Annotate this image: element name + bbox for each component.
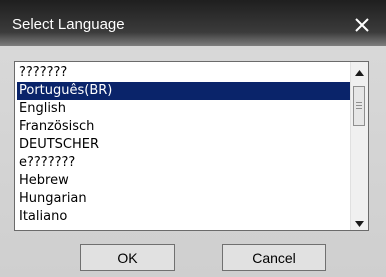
list-item[interactable]: Französisch: [17, 118, 350, 136]
list-item[interactable]: Hebrew: [17, 172, 350, 190]
list-item[interactable]: DEUTSCHER: [17, 136, 350, 154]
list-item[interactable]: e???????: [17, 154, 350, 172]
scroll-up-button[interactable]: [351, 62, 368, 79]
grip-line-icon: [356, 108, 362, 109]
close-icon: [354, 17, 370, 33]
select-language-dialog: Select Language ??????? Português(BR) En…: [0, 0, 386, 277]
language-list: ??????? Português(BR) English Französisc…: [17, 64, 350, 226]
close-button[interactable]: [350, 14, 374, 36]
vertical-scrollbar[interactable]: [350, 62, 368, 230]
scroll-thumb[interactable]: [353, 86, 365, 126]
chevron-down-icon: [355, 212, 364, 230]
dialog-body: ??????? Português(BR) English Französisc…: [0, 46, 386, 277]
list-item[interactable]: English: [17, 100, 350, 118]
title-bar[interactable]: Select Language: [0, 0, 386, 46]
scroll-down-button[interactable]: [351, 213, 368, 230]
list-item[interactable]: Italiano: [17, 208, 350, 226]
chevron-up-icon: [355, 62, 364, 80]
list-item[interactable]: ???????: [17, 64, 350, 82]
ok-button[interactable]: OK: [80, 244, 175, 271]
dialog-title: Select Language: [12, 16, 125, 33]
grip-line-icon: [356, 102, 362, 103]
language-listbox[interactable]: ??????? Português(BR) English Französisc…: [14, 61, 369, 231]
list-item-selected[interactable]: Português(BR): [17, 82, 350, 100]
grip-line-icon: [356, 105, 362, 106]
cancel-button[interactable]: Cancel: [222, 244, 326, 271]
list-item[interactable]: Hungarian: [17, 190, 350, 208]
